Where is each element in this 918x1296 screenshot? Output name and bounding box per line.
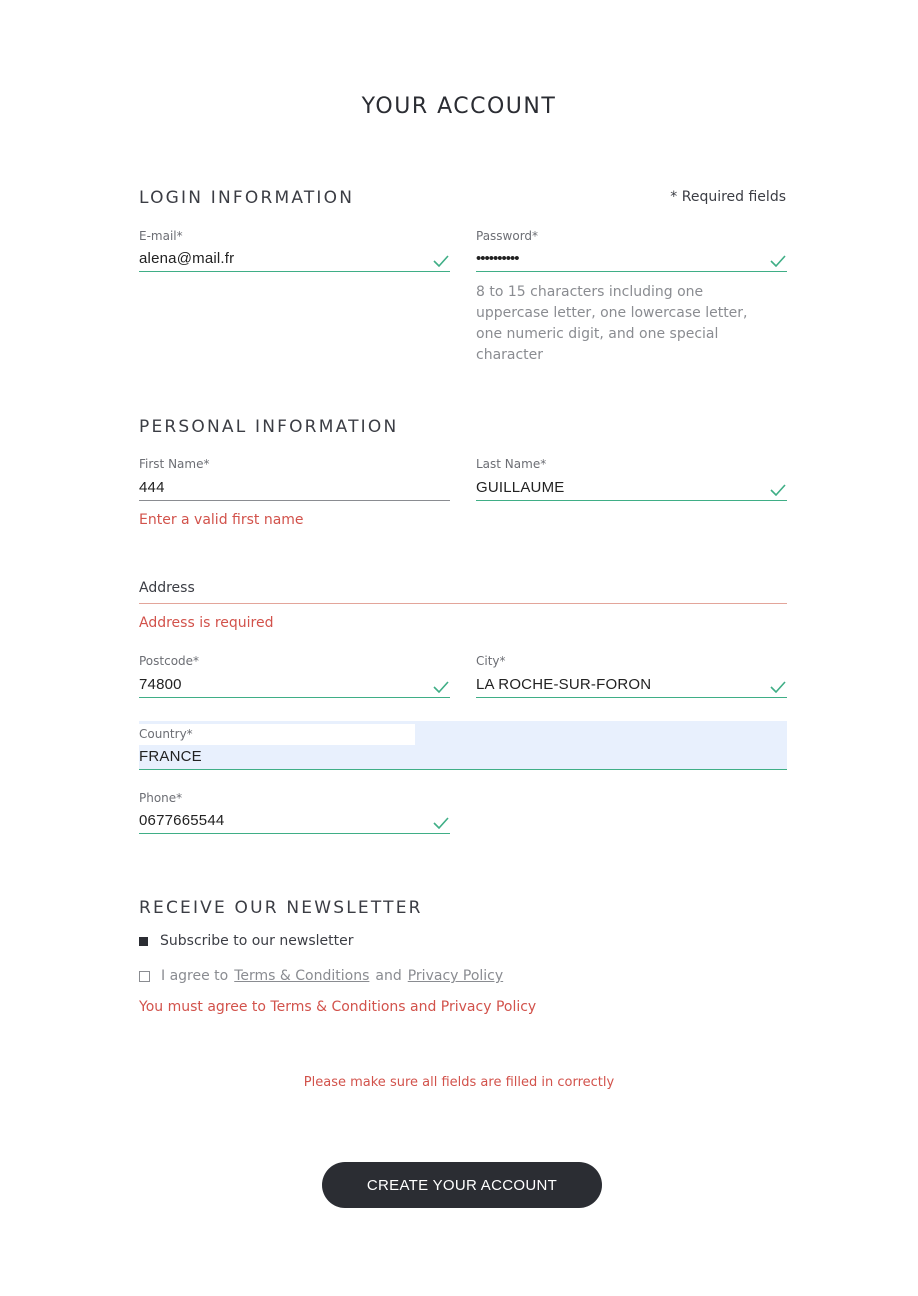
address-error: Address is required [139,615,274,631]
phone-label: Phone* [139,791,183,805]
personal-section-title: PERSONAL INFORMATION [139,417,399,437]
first-name-input[interactable]: 444 [139,479,165,496]
form-error-message: Please make sure all fields are filled i… [303,1075,615,1090]
first-name-label: First Name* [139,457,210,471]
agree-terms-error: You must agree to Terms & Conditions and… [139,999,537,1015]
email-underline [139,271,450,272]
phone-input[interactable]: 0677665544 [139,812,224,829]
newsletter-section-title: RECEIVE OUR NEWSLETTER [139,898,423,918]
password-input[interactable]: •••••••••• [476,250,520,267]
last-name-valid-check-icon [770,484,786,496]
login-section-title: LOGIN INFORMATION [139,188,355,208]
password-valid-check-icon [770,255,786,267]
last-name-input[interactable]: GUILLAUME [476,479,565,496]
city-valid-check-icon [770,681,786,693]
subscribe-checkbox[interactable] [139,936,148,946]
terms-link[interactable]: Terms & Conditions [234,968,369,984]
phone-valid-check-icon [433,817,449,829]
email-valid-check-icon [433,255,449,267]
password-underline [476,271,787,272]
first-name-error: Enter a valid first name [139,512,304,528]
address-underline [139,603,787,604]
address-input[interactable] [139,582,779,600]
country-underline [139,769,787,770]
email-label: E-mail* [139,229,183,243]
postcode-underline [139,697,450,698]
privacy-policy-link[interactable]: Privacy Policy [408,968,503,984]
page-title: YOUR ACCOUNT [361,94,557,119]
agree-and: and [375,968,402,984]
agree-terms-option[interactable]: I agree to Terms & Conditions and Privac… [139,968,503,984]
postcode-label: Postcode* [139,654,200,668]
password-label: Password* [476,229,539,243]
subscribe-newsletter-option[interactable]: Subscribe to our newsletter [139,933,353,949]
country-select[interactable]: FRANCE [139,748,202,765]
postcode-valid-check-icon [433,681,449,693]
postcode-input[interactable]: 74800 [139,676,182,693]
email-input[interactable]: alena@mail.fr [139,250,234,267]
city-label: City* [476,654,506,668]
country-label: Country* [139,727,193,741]
agree-terms-checkbox[interactable] [139,970,150,982]
last-name-underline [476,500,787,501]
last-name-label: Last Name* [476,457,547,471]
create-account-button[interactable]: CREATE YOUR ACCOUNT [322,1162,602,1208]
agree-prefix: I agree to [161,968,229,984]
first-name-underline [139,500,450,501]
phone-underline [139,833,450,834]
required-fields-note: * Required fields [670,189,786,205]
city-underline [476,697,787,698]
subscribe-label: Subscribe to our newsletter [160,933,354,949]
password-hint: 8 to 15 characters including one upperca… [476,284,748,363]
city-input[interactable]: LA ROCHE-SUR-FORON [476,676,651,693]
